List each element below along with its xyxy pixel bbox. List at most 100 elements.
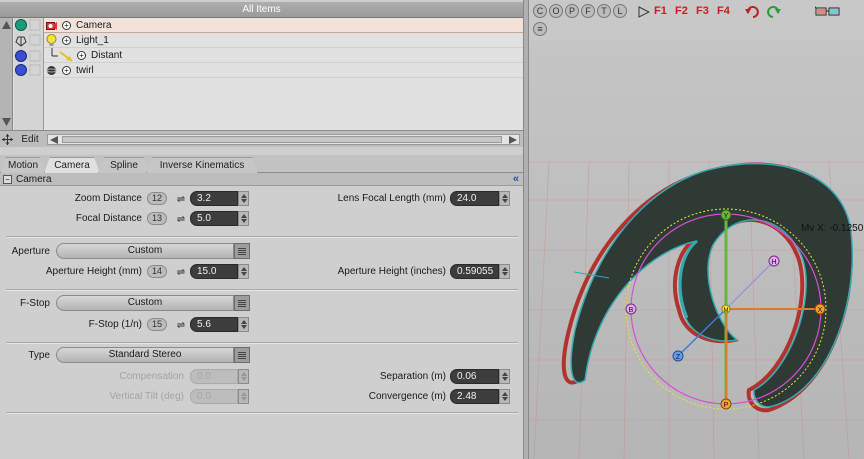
- edit-button[interactable]: Edit: [16, 133, 44, 146]
- dropdown-menu-icon[interactable]: [234, 347, 250, 363]
- divider: [6, 412, 518, 413]
- menu-icon[interactable]: ≡: [533, 22, 547, 36]
- camera-section-header[interactable]: − Camera «: [0, 173, 523, 186]
- divider: [6, 342, 518, 343]
- move-icon[interactable]: [2, 134, 13, 145]
- scroll-left-icon[interactable]: [50, 136, 58, 144]
- divider: [6, 236, 518, 237]
- focal-distance-channel-badge[interactable]: 13: [147, 212, 167, 225]
- dropdown-menu-icon[interactable]: [234, 243, 250, 259]
- zoom-distance-spinner[interactable]: [238, 191, 249, 206]
- lens-focal-length-spinner[interactable]: [499, 191, 510, 206]
- view-button-l[interactable]: L: [613, 4, 627, 18]
- distant-light-icon: [51, 48, 73, 62]
- p-handle-label: P: [724, 402, 729, 409]
- f4-button[interactable]: F4: [717, 5, 730, 17]
- view-button-p[interactable]: P: [565, 4, 579, 18]
- tab-spline[interactable]: Spline: [98, 157, 150, 173]
- fstop-channel-badge[interactable]: 15: [147, 318, 167, 331]
- zoom-distance-field[interactable]: 3.2: [190, 191, 238, 206]
- f3-button[interactable]: F3: [696, 5, 709, 17]
- tree-horizontal-scrollbar[interactable]: [47, 134, 520, 145]
- zoom-distance-channel-badge[interactable]: 12: [147, 192, 167, 205]
- tree-toggle-icons[interactable]: [14, 18, 44, 82]
- convergence-field[interactable]: 2.48: [450, 389, 499, 404]
- fstop-dropdown[interactable]: Custom: [56, 295, 234, 311]
- move-readout: Mv X: -0.1250: [801, 223, 864, 234]
- chain-link-icon[interactable]: ⇌: [176, 267, 186, 278]
- undo-icon[interactable]: [745, 4, 761, 18]
- lens-focal-length-field[interactable]: 24.0: [450, 191, 499, 206]
- scroll-right-icon[interactable]: [509, 136, 517, 144]
- lens-focal-length-label: Lens Focal Length (mm): [337, 193, 446, 204]
- aperture-height-mm-spinner[interactable]: [238, 264, 249, 279]
- scrollbar-thumb[interactable]: [62, 136, 502, 143]
- f2-button[interactable]: F2: [675, 5, 688, 17]
- convergence-label: Convergence (m): [368, 391, 446, 402]
- 3d-viewport[interactable]: Y X Z H B P M C O P F T L ≡ F1 F2 F3 F4 …: [529, 0, 864, 459]
- separation-field[interactable]: 0.06: [450, 369, 499, 384]
- aperture-height-mm-field[interactable]: 15.0: [190, 264, 238, 279]
- tree-item-twirl[interactable]: + twirl: [44, 63, 523, 78]
- separation-spinner[interactable]: [499, 369, 510, 384]
- collapse-icon[interactable]: −: [3, 175, 12, 184]
- tree-item-distant[interactable]: + Distant: [44, 48, 523, 63]
- m-handle-label: M: [724, 308, 729, 314]
- tree-vertical-scrollbar[interactable]: [0, 18, 13, 130]
- focal-distance-label: Focal Distance: [75, 213, 142, 224]
- view-button-f[interactable]: F: [581, 4, 595, 18]
- tree-icon-column: [14, 18, 44, 130]
- aperture-height-channel-badge[interactable]: 14: [147, 265, 167, 278]
- dropdown-menu-icon[interactable]: [234, 295, 250, 311]
- x-handle-label: X: [818, 307, 823, 314]
- expand-icon[interactable]: +: [62, 66, 71, 75]
- chain-link-icon[interactable]: ⇌: [176, 194, 186, 205]
- expand-icon[interactable]: +: [62, 21, 71, 30]
- tree-item-label: Distant: [91, 50, 123, 61]
- view-button-c[interactable]: C: [533, 4, 547, 18]
- stereo-glasses-icon[interactable]: [815, 4, 841, 20]
- aperture-height-inches-label: Aperture Height (inches): [337, 266, 446, 277]
- tab-camera[interactable]: Camera: [44, 157, 100, 173]
- fstop-label: F-Stop: [19, 298, 50, 309]
- h-handle-label: H: [771, 259, 776, 266]
- type-dropdown[interactable]: Standard Stereo: [56, 347, 234, 363]
- y-handle-label: Y: [724, 213, 729, 220]
- fstop-n-field[interactable]: 5.6: [190, 317, 238, 332]
- vertical-tilt-label: Vertical Tilt (deg): [109, 391, 184, 402]
- expand-icon[interactable]: +: [62, 36, 71, 45]
- aperture-height-inches-spinner[interactable]: [499, 264, 510, 279]
- view-button-o[interactable]: O: [549, 4, 563, 18]
- scroll-up-icon[interactable]: [2, 21, 11, 29]
- vertical-tilt-field: 0.0: [190, 389, 238, 404]
- zoom-distance-label: Zoom Distance: [74, 193, 142, 204]
- focal-distance-field[interactable]: 5.0: [190, 211, 238, 226]
- fstop-n-spinner[interactable]: [238, 317, 249, 332]
- fstop-n-label: F-Stop (1/n): [88, 319, 142, 330]
- aperture-height-inches-field[interactable]: 0.59055: [450, 264, 499, 279]
- app-window: All Items + Camera + Light_1 + Distant +…: [0, 0, 864, 459]
- aperture-height-mm-label: Aperture Height (mm): [45, 266, 142, 277]
- redo-icon[interactable]: [765, 4, 781, 18]
- chain-link-icon[interactable]: ⇌: [176, 214, 186, 225]
- tree-item-light[interactable]: + Light_1: [44, 33, 523, 48]
- f1-button[interactable]: F1: [654, 5, 667, 17]
- play-icon[interactable]: [638, 6, 650, 18]
- convergence-spinner[interactable]: [499, 389, 510, 404]
- focal-distance-spinner[interactable]: [238, 211, 249, 226]
- compensation-label: Compensation: [119, 371, 184, 382]
- scroll-down-icon[interactable]: [2, 118, 11, 126]
- tree-item-camera[interactable]: + Camera: [44, 18, 523, 33]
- expand-icon[interactable]: +: [77, 51, 86, 60]
- viewport-toolbar: C O P F T L ≡ F1 F2 F3 F4: [529, 0, 864, 40]
- compensation-field: 0.0: [190, 369, 238, 384]
- view-button-t[interactable]: T: [597, 4, 611, 18]
- aperture-label: Aperture: [11, 246, 50, 257]
- tab-inverse-kinematics[interactable]: Inverse Kinematics: [146, 157, 258, 173]
- tree-item-label: Camera: [76, 20, 112, 31]
- double-chevron-left-icon[interactable]: «: [513, 173, 519, 186]
- aperture-dropdown[interactable]: Custom: [56, 243, 234, 259]
- chain-link-icon[interactable]: ⇌: [176, 320, 186, 331]
- tab-motion[interactable]: Motion: [0, 157, 46, 173]
- property-tabs: Motion Camera Spline Inverse Kinematics: [0, 155, 523, 173]
